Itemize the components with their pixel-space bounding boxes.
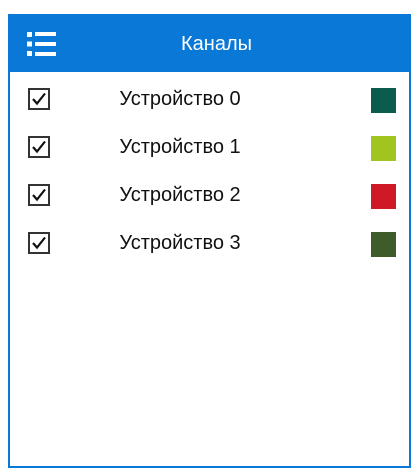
channel-color-swatch — [371, 184, 396, 209]
panel-title: Каналы — [181, 33, 252, 55]
channels-panel: Каналы Устройство 0 Устройство 1 Устройс… — [8, 14, 411, 468]
channel-checkbox[interactable] — [28, 136, 50, 158]
checkmark-icon — [32, 92, 46, 106]
channel-list: Устройство 0 Устройство 1 Устройство 2 У… — [10, 86, 409, 278]
checkmark-icon — [32, 140, 46, 154]
channel-checkbox[interactable] — [28, 232, 50, 254]
channel-row: Устройство 2 — [10, 182, 409, 230]
channel-color-swatch — [371, 232, 396, 257]
channel-checkbox[interactable] — [28, 184, 50, 206]
channel-row: Устройство 1 — [10, 134, 409, 182]
panel-header: Каналы — [10, 16, 409, 72]
checkmark-icon — [32, 188, 46, 202]
channel-row: Устройство 3 — [10, 230, 409, 278]
channel-label: Устройство 2 — [119, 184, 241, 206]
checkmark-icon — [32, 236, 46, 250]
channel-row: Устройство 0 — [10, 86, 409, 134]
channel-checkbox[interactable] — [28, 88, 50, 110]
channel-color-swatch — [371, 88, 396, 113]
channel-label: Устройство 0 — [119, 88, 241, 110]
channel-label: Устройство 1 — [119, 136, 241, 158]
channel-label: Устройство 3 — [119, 232, 241, 254]
channel-color-swatch — [371, 136, 396, 161]
